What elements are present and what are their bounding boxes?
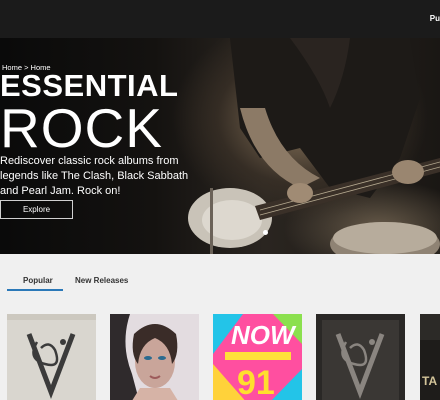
- explore-button[interactable]: Explore: [0, 200, 73, 219]
- album-2-art: [110, 314, 199, 400]
- tab-new-releases[interactable]: New Releases: [75, 276, 128, 285]
- album-cover-5[interactable]: TA: [420, 314, 440, 400]
- album-1-art: [7, 314, 96, 400]
- album-4-art: [316, 314, 405, 400]
- active-tab-indicator: [7, 289, 63, 291]
- carousel-dot[interactable]: [263, 230, 268, 235]
- hero-banner: Home > Home ESSENTIAL ROCK Rediscover cl…: [0, 38, 440, 254]
- album-cover-2[interactable]: [110, 314, 199, 400]
- top-navigation-bar: Pu: [0, 0, 440, 38]
- now-logo-text: NOW: [231, 320, 295, 350]
- album-cover-1[interactable]: [7, 314, 96, 400]
- album-5-title: TA: [422, 374, 438, 388]
- hero-description: Rediscover classic rock albums from lege…: [0, 155, 189, 197]
- album-cover-4[interactable]: [316, 314, 405, 400]
- topbar-right-label[interactable]: Pu: [430, 14, 440, 23]
- tab-bar: Popular New Releases: [0, 254, 440, 294]
- hero-title-line-2: ROCK: [0, 97, 163, 159]
- tab-popular[interactable]: Popular: [23, 276, 53, 285]
- album-cover-3[interactable]: NOW 91: [213, 314, 302, 400]
- now-volume-number: 91: [237, 364, 275, 400]
